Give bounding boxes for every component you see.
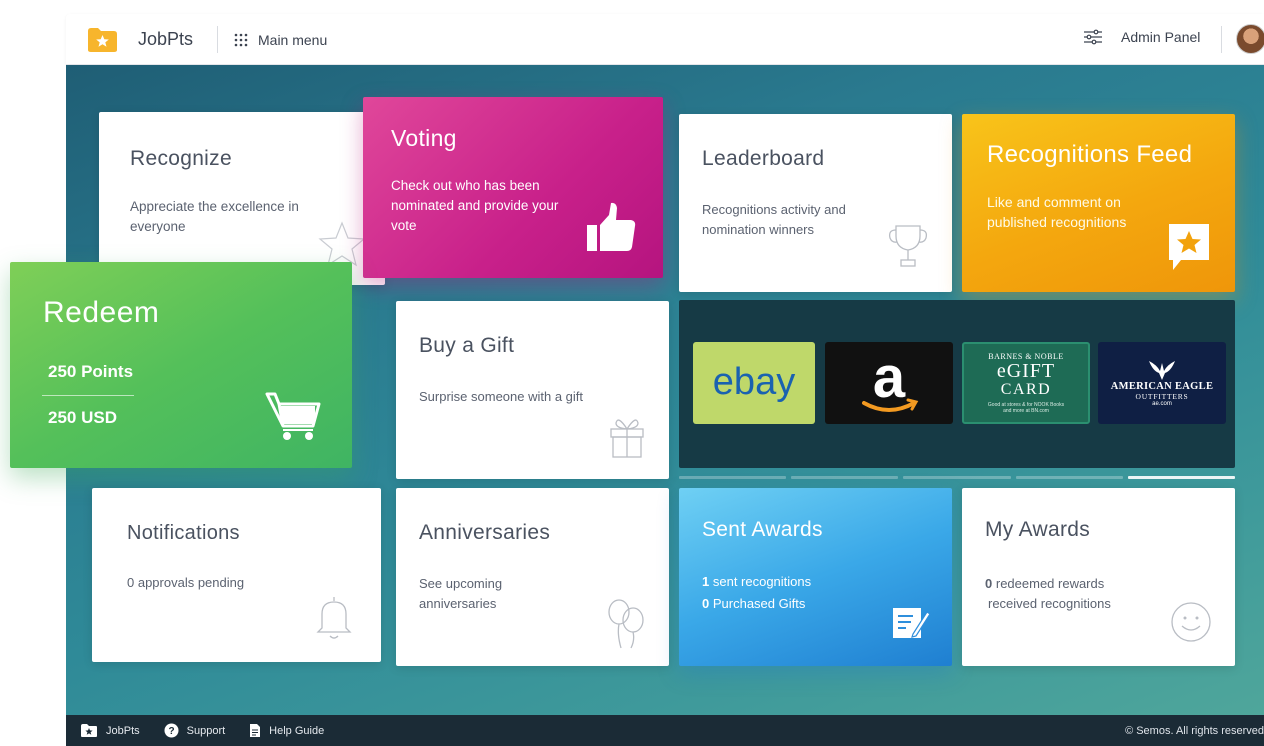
gift-card-fine-print: ae.com xyxy=(1152,401,1172,407)
grid-icon xyxy=(234,33,248,47)
tile-description: Recognitions activity and nomination win… xyxy=(702,202,846,237)
jobpts-logo-icon xyxy=(81,724,97,737)
tile-description: Surprise someone with a gift xyxy=(419,389,584,404)
footer-brand-label: JobPts xyxy=(106,724,140,737)
svg-text:?: ? xyxy=(168,726,174,737)
sent-recognitions-line: 1 sent recognitions xyxy=(702,572,811,592)
svg-text:ebay: ebay xyxy=(713,361,795,403)
carousel-dot[interactable] xyxy=(1015,476,1123,479)
gift-card-fine-print: Good at stores & for NOOK Books and more… xyxy=(987,402,1065,414)
footer-help-guide-label: Help Guide xyxy=(269,724,325,737)
gift-card-sub: OUTFITTERS xyxy=(1135,392,1189,401)
tile-title: Anniversaries xyxy=(419,521,551,544)
tile-description: 0 approvals pending xyxy=(127,575,245,590)
smiley-icon xyxy=(1171,602,1211,642)
points-balance: 250 Points xyxy=(48,362,134,381)
gift-card-carousel[interactable]: ebay a BARNES & NOBLE eGIFT CARD Good at… xyxy=(679,300,1235,468)
jobpts-logo-icon[interactable] xyxy=(87,26,118,53)
divider xyxy=(1221,26,1222,53)
top-bar: JobPts Main menu Admin Panel xyxy=(66,14,1264,65)
trophy-icon xyxy=(888,225,928,267)
tile-title: Sent Awards xyxy=(702,518,823,541)
admin-panel-button[interactable]: Admin Panel xyxy=(1083,29,1200,45)
tile-description: Appreciate the excellence in everyone xyxy=(130,199,299,234)
svg-text:a: a xyxy=(873,345,906,410)
footer-support-label: Support xyxy=(186,724,226,737)
recognize-tile[interactable]: Recognize Appreciate the excellence in e… xyxy=(99,112,385,285)
tile-title: Notifications xyxy=(127,522,240,544)
star-chat-icon xyxy=(1169,224,1209,270)
carousel-dot[interactable] xyxy=(679,476,787,479)
carousel-dot[interactable] xyxy=(903,476,1011,479)
leaderboard-tile[interactable]: Leaderboard Recognitions activity and no… xyxy=(679,114,952,292)
redeem-tile[interactable]: Redeem 250 Points 250 USD xyxy=(10,262,352,468)
main-menu-label: Main menu xyxy=(258,32,328,48)
bell-icon xyxy=(316,597,352,639)
brand-name[interactable]: JobPts xyxy=(138,29,193,50)
anniversaries-tile[interactable]: Anniversaries See upcoming anniversaries xyxy=(396,488,669,666)
buy-a-gift-tile[interactable]: Buy a Gift Surprise someone with a gift xyxy=(396,301,669,479)
gift-card-sub: eGIFT xyxy=(996,360,1056,382)
footer-brand-link[interactable]: JobPts xyxy=(80,723,140,738)
recognitions-feed-tile[interactable]: Recognitions Feed Like and comment on pu… xyxy=(962,114,1235,292)
sent-awards-tile[interactable]: Sent Awards 1 sent recognitions 0 Purcha… xyxy=(679,488,952,666)
gift-card-brand: AMERICAN EAGLE xyxy=(1110,381,1214,392)
gift-card-ebay[interactable]: ebay xyxy=(693,342,815,424)
star-outline-icon xyxy=(318,221,366,267)
sent-recognitions-label: sent recognitions xyxy=(712,574,812,589)
gift-card-barnes-noble[interactable]: BARNES & NOBLE eGIFT CARD Good at stores… xyxy=(962,342,1090,424)
carousel-dot[interactable] xyxy=(791,476,899,479)
tile-title: Leaderboard xyxy=(702,147,825,170)
balloons-icon xyxy=(608,599,644,649)
footer: JobPts ? Support Help Guide © Semos. All… xyxy=(66,715,1264,746)
footer-support-link[interactable]: ? Support xyxy=(164,723,226,738)
carousel-pagination xyxy=(679,476,1236,479)
main-menu-button[interactable]: Main menu xyxy=(234,32,327,48)
tile-description: Like and comment on published recognitio… xyxy=(987,194,1127,230)
tile-title: Buy a Gift xyxy=(419,334,515,357)
thumbs-up-icon xyxy=(587,202,636,251)
tile-title: Recognize xyxy=(130,147,232,170)
document-icon xyxy=(250,724,261,737)
edit-note-icon xyxy=(893,608,931,638)
tile-title: Redeem xyxy=(43,296,160,329)
divider xyxy=(42,395,134,396)
admin-panel-label: Admin Panel xyxy=(1121,29,1201,45)
received-recognitions-label: received recognitions xyxy=(988,596,1111,611)
ebay-logo: ebay xyxy=(713,361,795,403)
tile-title: My Awards xyxy=(985,518,1091,541)
gift-card-american-eagle[interactable]: AMERICAN EAGLE OUTFITTERS ae.com xyxy=(1098,342,1226,424)
redeemed-rewards-count: 0 xyxy=(985,576,993,591)
tile-title: Recognitions Feed xyxy=(987,141,1193,168)
tile-description: Check out who has been nominated and pro… xyxy=(391,178,559,233)
cart-icon xyxy=(265,392,321,440)
usd-balance: 250 USD xyxy=(48,408,117,427)
copyright: © Semos. All rights reserved xyxy=(1125,725,1264,737)
gift-card-sub2: CARD xyxy=(1000,381,1052,398)
redeemed-rewards-label: redeemed rewards xyxy=(995,576,1105,591)
sent-recognitions-count: 1 xyxy=(702,574,710,589)
user-avatar[interactable] xyxy=(1236,24,1264,54)
sliders-icon xyxy=(1084,29,1102,45)
carousel-dot[interactable] xyxy=(1127,476,1236,479)
notifications-tile[interactable]: Notifications 0 approvals pending xyxy=(92,488,381,662)
help-circle-icon: ? xyxy=(164,723,179,738)
redeemed-rewards-line: 0 redeemed rewards xyxy=(985,574,1104,594)
footer-help-guide-link[interactable]: Help Guide xyxy=(249,723,324,738)
purchased-gifts-label: Purchased Gifts xyxy=(712,596,806,611)
voting-tile[interactable]: Voting Check out who has been nominated … xyxy=(363,97,663,278)
eagle-icon xyxy=(1149,361,1175,380)
tile-description: See upcoming anniversaries xyxy=(419,576,503,611)
tile-title: Voting xyxy=(391,125,457,151)
amazon-logo: a xyxy=(862,345,919,412)
gift-icon xyxy=(610,419,644,458)
divider xyxy=(217,26,218,53)
purchased-gifts-line: 0 Purchased Gifts xyxy=(702,594,805,614)
my-awards-tile[interactable]: My Awards 0 redeemed rewards received re… xyxy=(962,488,1235,666)
gift-card-amazon[interactable]: a xyxy=(825,342,953,424)
purchased-gifts-count: 0 xyxy=(702,596,710,611)
